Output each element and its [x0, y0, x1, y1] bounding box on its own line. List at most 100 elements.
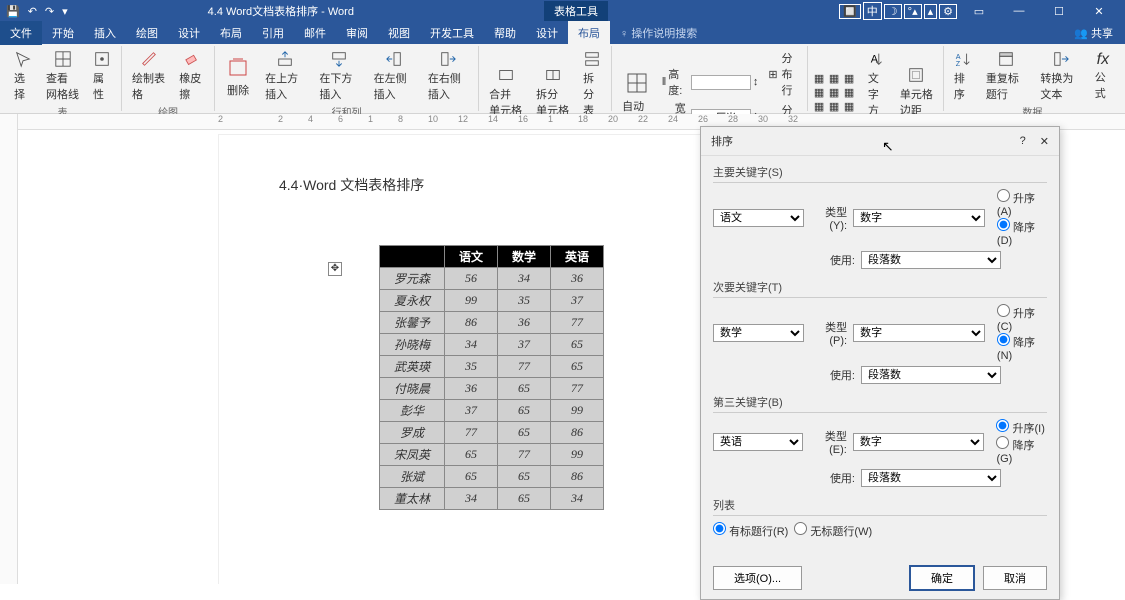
split-cells-button[interactable]: 拆分 单元格: [532, 64, 573, 120]
tab-帮助[interactable]: 帮助: [484, 21, 526, 45]
secondary-key-group: 次要关键字(T)数学类型(P):数字 升序(C) 降序(N)使用:段落数: [713, 279, 1047, 384]
ime-icon[interactable]: 🔲: [839, 4, 861, 19]
primary-type-select[interactable]: 数字: [853, 209, 985, 227]
sort-button[interactable]: AZ排序: [950, 48, 976, 104]
insert-below-button[interactable]: 在下方插入: [315, 48, 363, 104]
ok-button[interactable]: 确定: [909, 565, 975, 591]
vertical-ruler[interactable]: [0, 114, 18, 584]
insert-left-button[interactable]: 在左侧插入: [370, 48, 418, 104]
tab-邮件[interactable]: 邮件: [294, 21, 336, 45]
table-header[interactable]: 数学: [498, 246, 551, 268]
table-header[interactable]: 英语: [551, 246, 604, 268]
data-table[interactable]: 语文数学英语罗元森563436夏永权993537张馨予863677孙晓梅3437…: [379, 245, 604, 510]
tab-插入[interactable]: 插入: [84, 21, 126, 45]
select-button[interactable]: 选择: [10, 48, 36, 104]
customize-icon[interactable]: ▾: [62, 5, 68, 18]
table-row[interactable]: 夏永权993537: [380, 290, 604, 312]
secondary-type-select[interactable]: 数字: [853, 324, 985, 342]
properties-button[interactable]: 属性: [89, 48, 115, 104]
delete-button[interactable]: 删除: [221, 52, 255, 100]
save-icon[interactable]: 💾: [6, 5, 20, 18]
group-merge: 合并 单元格 拆分 单元格 拆分表格 合并: [479, 46, 612, 111]
primary-key-group: 主要关键字(S)语文类型(Y):数字 升序(A) 降序(D)使用:段落数: [713, 164, 1047, 269]
merge-cells-button[interactable]: 合并 单元格: [485, 64, 526, 120]
secondary-using-select[interactable]: 段落数: [861, 366, 1001, 384]
tab-绘图[interactable]: 绘图: [126, 21, 168, 45]
eraser-button[interactable]: 橡皮擦: [175, 48, 208, 104]
repeat-header-button[interactable]: 重复标题行: [982, 48, 1030, 104]
share-button[interactable]: 👥 共享: [1062, 21, 1125, 45]
table-row[interactable]: 付晓晨366577: [380, 378, 604, 400]
ribbon-mode-icon[interactable]: ▭: [959, 1, 999, 22]
tertiary-using-select[interactable]: 段落数: [861, 469, 1001, 487]
dialog-title: 排序: [711, 133, 733, 149]
table-row[interactable]: 武英瑛357765: [380, 356, 604, 378]
tertiary-desc-radio[interactable]: 降序(G): [996, 436, 1047, 465]
ime-moon[interactable]: ☽: [884, 4, 902, 19]
table-row[interactable]: 罗元森563436: [380, 268, 604, 290]
table-row[interactable]: 董太林346534: [380, 488, 604, 510]
table-move-handle[interactable]: ✥: [328, 262, 342, 276]
formula-button[interactable]: fx公式: [1091, 49, 1115, 103]
cancel-button[interactable]: 取消: [983, 566, 1047, 590]
table-row[interactable]: 罗成776586: [380, 422, 604, 444]
table-header[interactable]: [380, 246, 445, 268]
table-row[interactable]: 张斌656586: [380, 466, 604, 488]
convert-text-button[interactable]: 转换为文本: [1036, 48, 1084, 104]
undo-icon[interactable]: ↶: [28, 5, 37, 18]
tertiary-key-select[interactable]: 英语: [713, 433, 803, 451]
primary-key-select[interactable]: 语文: [713, 209, 804, 227]
quick-access: 💾 ↶ ↷ ▾: [6, 5, 68, 18]
primary-asc-radio[interactable]: 升序(A): [997, 189, 1047, 218]
insert-right-button[interactable]: 在右侧插入: [424, 48, 472, 104]
primary-desc-radio[interactable]: 降序(D): [997, 218, 1047, 247]
svg-text:A: A: [871, 54, 879, 66]
redo-icon[interactable]: ↷: [45, 5, 54, 18]
context-tab-设计[interactable]: 设计: [526, 21, 568, 45]
align-grid[interactable]: ▦▦▦▦▦▦▦▦▦: [814, 72, 858, 113]
row-height[interactable]: ‖高度:↕: [662, 66, 759, 98]
tab-开发工具[interactable]: 开发工具: [420, 21, 484, 45]
close-button[interactable]: ✕: [1079, 1, 1119, 22]
distribute-rows-button[interactable]: ⊞分布行: [764, 48, 801, 100]
ime-person[interactable]: ▴: [924, 4, 938, 19]
ribbon: 选择 查看 网格线 属性 表 绘制表格 橡皮擦 绘图 删除 在上方插入 在下方插…: [0, 44, 1125, 114]
secondary-desc-radio[interactable]: 降序(N): [997, 333, 1047, 362]
tertiary-type-select[interactable]: 数字: [853, 433, 985, 451]
tab-文件[interactable]: 文件: [0, 21, 42, 45]
gridlines-button[interactable]: 查看 网格线: [42, 48, 83, 104]
insert-above-button[interactable]: 在上方插入: [261, 48, 309, 104]
secondary-key-select[interactable]: 数学: [713, 324, 804, 342]
secondary-asc-radio[interactable]: 升序(C): [997, 304, 1047, 333]
table-row[interactable]: 宋凤英657799: [380, 444, 604, 466]
ime-lang[interactable]: 中: [863, 2, 882, 20]
tab-开始[interactable]: 开始: [42, 21, 84, 45]
tab-视图[interactable]: 视图: [378, 21, 420, 45]
tab-设计[interactable]: 设计: [168, 21, 210, 45]
ime-user[interactable]: °▴: [904, 4, 922, 19]
tertiary-asc-radio[interactable]: 升序(I): [996, 419, 1047, 436]
title-bar: 💾 ↶ ↷ ▾ 4.4 Word文档表格排序 - Word 表格工具 🔲 中 ☽…: [0, 0, 1125, 22]
draw-table-button[interactable]: 绘制表格: [128, 48, 169, 104]
table-row[interactable]: 张馨予863677: [380, 312, 604, 334]
minimize-button[interactable]: —: [999, 1, 1039, 21]
table-row[interactable]: 彭华376599: [380, 400, 604, 422]
ime-gear[interactable]: ⚙: [939, 4, 957, 19]
svg-text:Z: Z: [956, 59, 961, 68]
dialog-close-button[interactable]: ✕: [1040, 135, 1049, 148]
table-header[interactable]: 语文: [445, 246, 498, 268]
group-data: AZ排序 重复标题行 转换为文本 fx公式 数据: [944, 46, 1121, 111]
primary-using-select[interactable]: 段落数: [861, 251, 1001, 269]
header-no-radio[interactable]: 无标题行(W): [794, 522, 872, 539]
tab-引用[interactable]: 引用: [252, 21, 294, 45]
dialog-help-button[interactable]: ?: [1020, 135, 1026, 148]
tab-审阅[interactable]: 审阅: [336, 21, 378, 45]
tab-布局[interactable]: 布局: [210, 21, 252, 45]
tell-me[interactable]: ♀ 操作说明搜索: [620, 25, 697, 41]
context-tab-布局[interactable]: 布局: [568, 21, 610, 45]
header-yes-radio[interactable]: 有标题行(R): [713, 522, 788, 539]
cell-margins-button[interactable]: 单元格 边距: [896, 64, 937, 120]
options-button[interactable]: 选项(O)...: [713, 566, 802, 590]
table-row[interactable]: 孙晓梅343765: [380, 334, 604, 356]
maximize-button[interactable]: ☐: [1039, 1, 1079, 22]
